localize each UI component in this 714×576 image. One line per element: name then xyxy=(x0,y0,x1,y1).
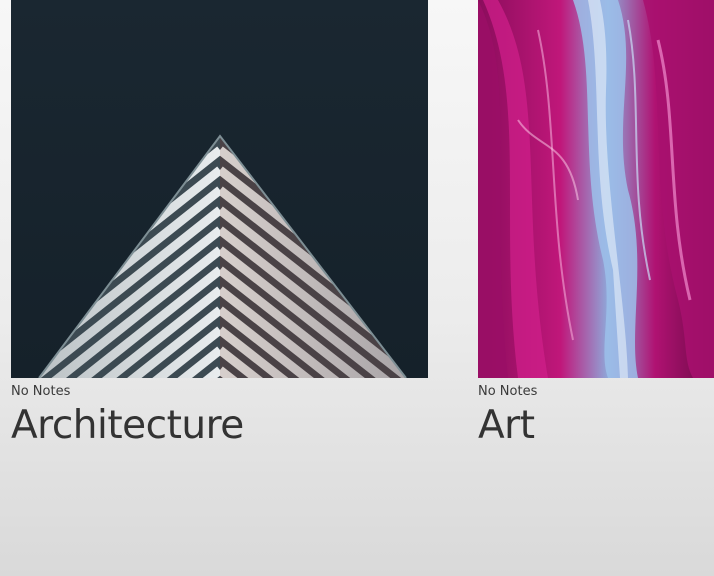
notes-count-label: No Notes xyxy=(11,384,71,399)
notes-count-label: No Notes xyxy=(478,384,538,399)
notebook-tile-art[interactable]: No Notes Art xyxy=(478,0,714,449)
notebook-title: Architecture xyxy=(11,403,244,448)
notebook-title: Art xyxy=(478,403,535,448)
art-cover-image xyxy=(478,0,714,378)
notebook-tile-architecture[interactable]: No Notes Architecture xyxy=(11,0,428,449)
architecture-cover-image xyxy=(11,0,428,378)
